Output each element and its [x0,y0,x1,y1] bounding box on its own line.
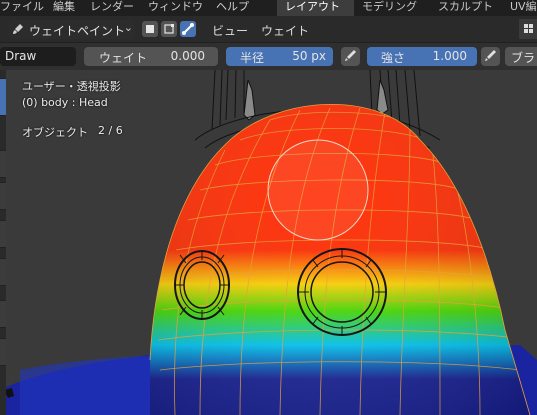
brush-dropdown[interactable]: ブラ [505,47,537,66]
menu-weight[interactable]: ウェイト [261,22,309,39]
objects-count: 2 / 6 [98,124,123,137]
menu-edit[interactable]: 編集 [53,0,75,16]
tool-draw[interactable] [0,78,6,116]
strength-value: 1.000 [432,49,467,63]
top-menubar: ファイル 編集 レンダー ウィンドウ ヘルプ レイアウト モデリング スカルプト… [0,0,537,16]
tool-annotate[interactable] [0,338,6,366]
mesh-render [0,70,537,415]
menu-render[interactable]: レンダー [90,0,134,16]
grid-icon [524,24,533,33]
tool-strip [0,70,6,415]
bone-select-button[interactable] [180,21,196,37]
pen-pressure-icon [345,50,356,61]
tool-gradient[interactable] [0,258,6,286]
tool-settings-bar: Draw ウェイト 0.000 半径 50 px 強さ 1.000 ブラ [0,43,537,70]
viewport-header: ウェイトペイント ⌄ ビュー ウェイト [0,16,537,43]
strength-pressure-toggle[interactable] [481,47,500,66]
mode-label: ウェイトペイント [29,24,126,38]
bone-select-icon [182,23,194,35]
strength-label: 強さ [381,51,406,65]
pen-pressure-icon [485,50,496,61]
brush-icon [13,24,23,34]
tab-modeling[interactable]: モデリング [354,0,430,16]
objects-label: オブジェクト [22,126,88,139]
view-name: ユーザー・透視投影 [22,80,121,93]
radius-label: 半径 [240,51,265,65]
face-select-icon [146,25,154,33]
tool-smear[interactable] [0,220,6,248]
radius-value: 50 px [292,49,326,63]
active-object-line: (0) body : Head [22,96,108,109]
tab-layout[interactable]: レイアウト [277,0,354,16]
strength-slider[interactable]: 強さ 1.000 [367,47,477,66]
tab-sculpt[interactable]: スカルプト [430,0,506,16]
menu-file[interactable]: ファイル [0,0,44,16]
weight-value: 0.000 [170,49,205,63]
tool-name-field[interactable]: Draw [0,47,76,66]
tool-name: Draw [5,49,37,63]
face-select-button[interactable] [142,21,158,37]
tool-average[interactable] [0,182,6,210]
weight-label: ウェイト [99,51,148,65]
menu-view[interactable]: ビュー [212,22,248,39]
brush-label: ブラ [511,51,536,65]
menu-window[interactable]: ウィンドウ [148,0,203,16]
mode-selector[interactable]: ウェイトペイント ⌄ [9,20,135,39]
tool-sample[interactable] [0,300,6,328]
grid-button[interactable] [519,19,537,39]
radius-pressure-toggle[interactable] [341,47,360,66]
tool-blur[interactable] [0,150,6,178]
3d-viewport[interactable]: ユーザー・透視投影 (0) body : Head オブジェクト 2 / 6 [0,70,537,415]
weight-slider[interactable]: ウェイト 0.000 [84,47,218,66]
radius-slider[interactable]: 半径 50 px [226,47,333,66]
tab-uv-editing[interactable]: UV編 [506,0,537,16]
vertex-select-button[interactable] [161,21,177,37]
vertex-select-icon [164,24,174,34]
chevron-down-icon: ⌄ [123,21,133,34]
menu-help[interactable]: ヘルプ [216,0,249,16]
